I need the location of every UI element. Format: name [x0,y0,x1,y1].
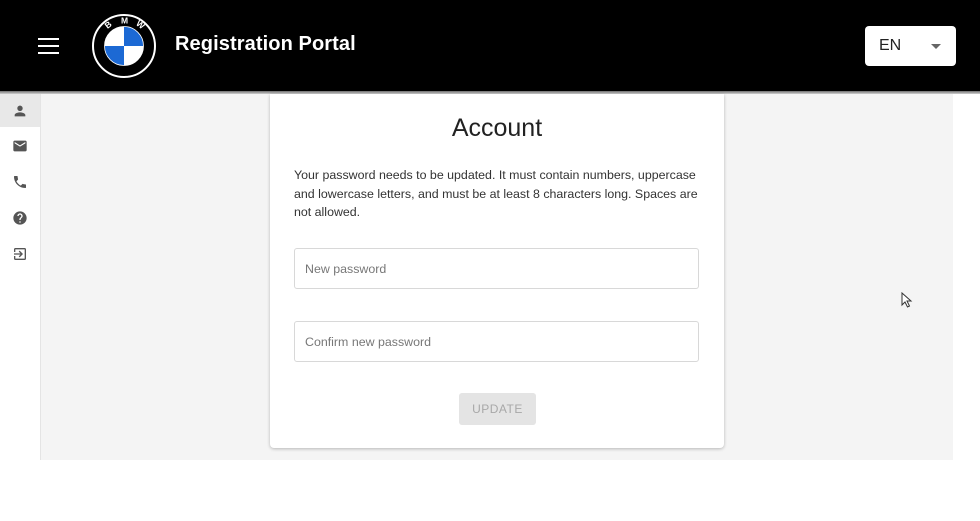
sidebar [0,94,41,460]
sidebar-item-logout[interactable] [0,237,40,270]
sidebar-item-help[interactable] [0,201,40,234]
phone-icon [14,175,26,188]
person-icon [14,105,26,116]
mail-icon [13,140,27,151]
new-password-input[interactable] [295,249,698,288]
new-password-field[interactable] [294,248,699,289]
sidebar-item-account[interactable] [0,94,40,127]
bmw-logo: B M W [92,14,156,78]
logout-icon [14,247,26,260]
chevron-down-icon [931,44,941,49]
account-card: Account Your password needs to be update… [270,94,724,448]
page-title: Account [451,114,543,142]
svg-text:M: M [121,16,128,26]
menu-icon[interactable] [38,38,59,54]
language-value: EN [879,37,902,54]
sidebar-item-phone[interactable] [0,165,40,198]
mouse-cursor-icon [901,292,913,308]
top-app-bar: B M W Registration Portal EN [0,0,980,91]
app-title: Registration Portal [175,33,356,55]
help-icon [13,210,27,225]
confirm-password-input[interactable] [295,322,698,361]
sidebar-item-mail[interactable] [0,129,40,162]
update-button[interactable]: UPDATE [459,393,536,425]
password-requirements-text: Your password needs to be updated. It mu… [294,168,698,219]
confirm-password-field[interactable] [294,321,699,362]
language-select[interactable]: EN [865,26,956,66]
